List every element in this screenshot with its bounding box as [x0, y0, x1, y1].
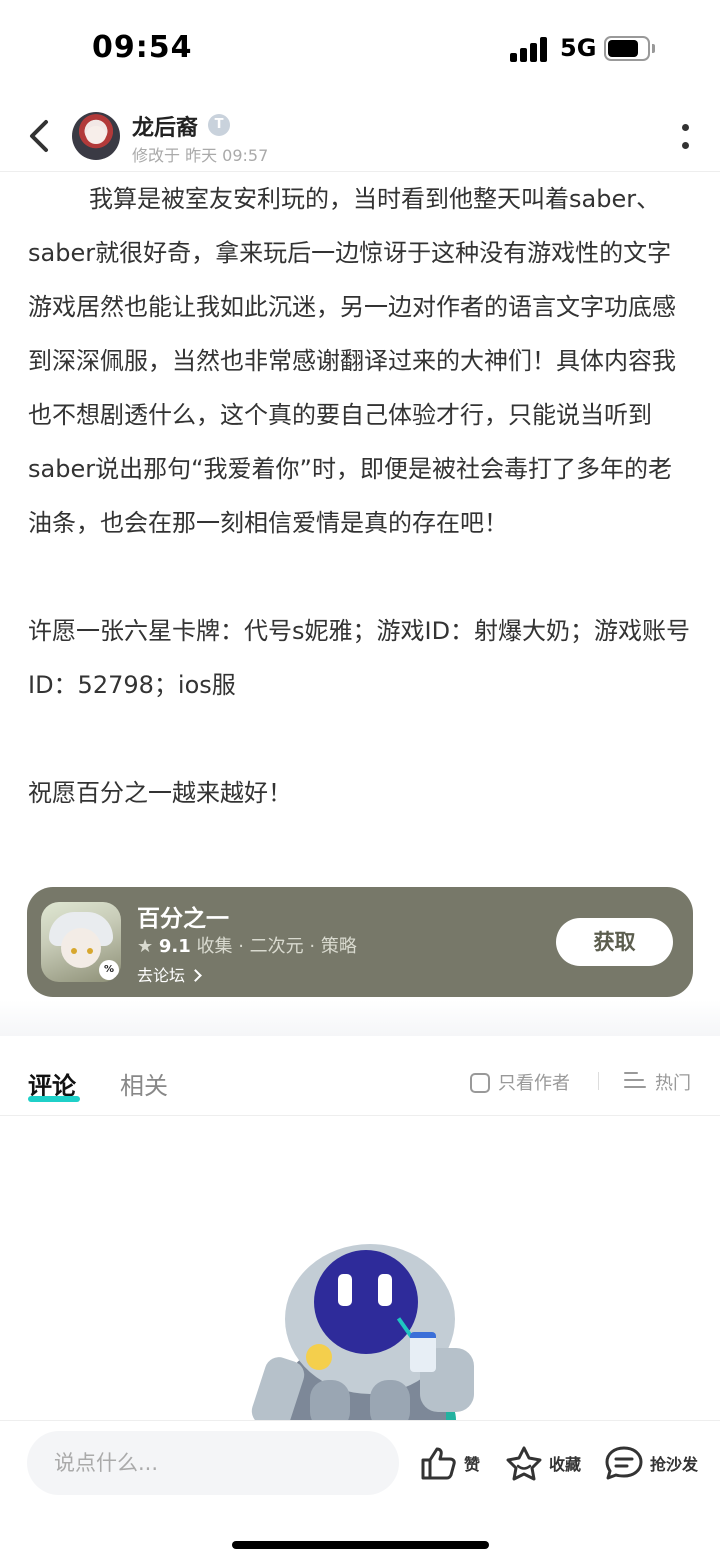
avatar[interactable]: [72, 112, 120, 160]
star-icon: [506, 1446, 542, 1481]
get-button[interactable]: 获取: [556, 918, 673, 966]
author-only-label: 只看作者: [498, 1073, 570, 1094]
empty-state-mascot: [250, 1240, 490, 1420]
sort-lines-icon[interactable]: [624, 1070, 646, 1090]
game-title: 百分之一: [137, 906, 229, 932]
article-paragraph: 我算是被室友安利玩的，当时看到他整天叫着saber、saber就很好奇，拿来玩后…: [28, 185, 676, 537]
thumbs-up-icon: [421, 1447, 456, 1480]
game-icon-badge: %: [99, 960, 119, 980]
article-paragraph: 祝愿百分之一越来越好！: [28, 779, 292, 807]
game-meta: ★ 9.1 收集 · 二次元 · 策略: [137, 932, 357, 958]
network-type: 5G: [560, 34, 597, 62]
status-bar: 09:54 5G: [0, 0, 720, 100]
tab-related[interactable]: 相关: [120, 1066, 168, 1101]
signal-icon: [510, 36, 550, 62]
star-icon: ★: [137, 936, 154, 957]
article-paragraph: 许愿一张六星卡牌：代号s妮雅；游戏ID：射爆大奶；游戏账号ID：52798；io…: [28, 617, 691, 699]
game-score: 9.1: [158, 936, 191, 957]
chat-bubble-icon: [605, 1446, 643, 1480]
like-button[interactable]: 赞: [420, 1443, 480, 1483]
active-tab-indicator: [28, 1096, 80, 1102]
divider: [598, 1072, 599, 1090]
battery-icon: [604, 36, 655, 61]
like-label: 赞: [464, 1455, 481, 1474]
comment-tabs: 评论 相关 只看作者 热门: [0, 1036, 720, 1116]
status-time: 09:54: [92, 30, 193, 65]
modified-time: 修改于 昨天 09:57: [132, 146, 269, 165]
bottom-action-bar: 赞 收藏 抢沙发: [0, 1420, 720, 1561]
article-body: 我算是被室友安利玩的，当时看到他整天叫着saber、saber就很好奇，拿来玩后…: [28, 172, 694, 820]
comment-button[interactable]: 抢沙发: [604, 1443, 698, 1483]
section-divider: [0, 1000, 720, 1036]
home-indicator[interactable]: [232, 1541, 489, 1549]
favorite-label: 收藏: [549, 1455, 582, 1474]
game-tags: 收集 · 二次元 · 策略: [196, 936, 357, 957]
game-icon: %: [41, 902, 121, 982]
chevron-right-icon: [189, 969, 202, 982]
author-level-badge: T: [208, 114, 230, 136]
sofa-label: 抢沙发: [650, 1455, 699, 1474]
author-name[interactable]: 龙后裔: [132, 110, 198, 142]
back-icon[interactable]: [24, 116, 60, 156]
comment-input[interactable]: [27, 1431, 399, 1495]
forum-link-label: 去论坛: [137, 966, 186, 985]
sort-hot-button[interactable]: 热门: [655, 1069, 691, 1095]
checkbox-icon: [470, 1073, 490, 1093]
forum-link[interactable]: 去论坛: [137, 962, 202, 986]
more-icon[interactable]: [676, 120, 696, 154]
favorite-button[interactable]: 收藏: [505, 1443, 581, 1483]
post-header: 龙后裔 T 修改于 昨天 09:57: [0, 100, 720, 172]
game-card[interactable]: % 百分之一 ★ 9.1 收集 · 二次元 · 策略 去论坛 获取: [27, 887, 693, 997]
author-only-toggle[interactable]: 只看作者: [470, 1069, 570, 1095]
